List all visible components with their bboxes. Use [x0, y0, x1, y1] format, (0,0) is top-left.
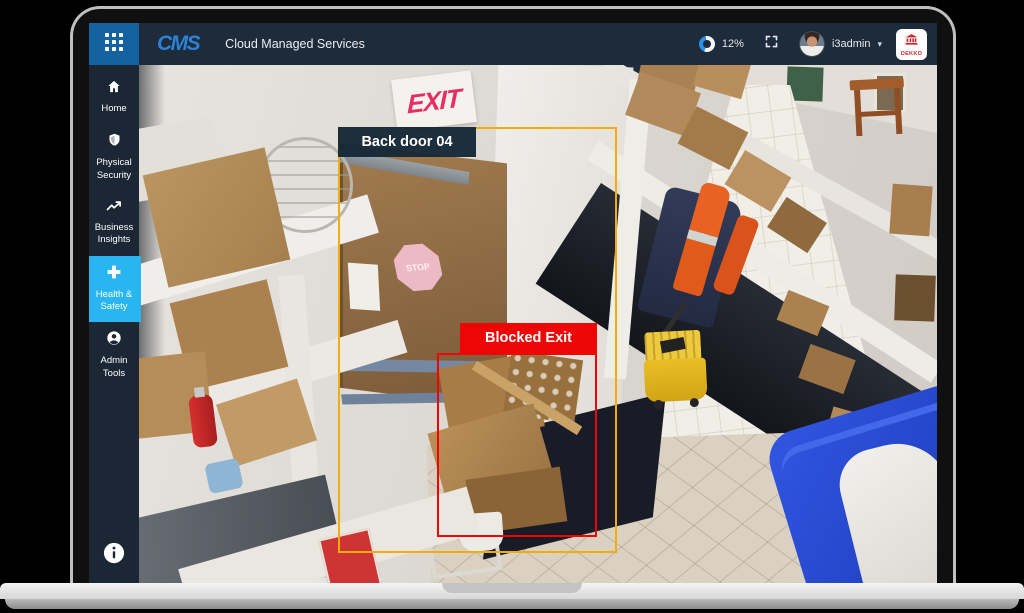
camera-feed: STOP EXIT — [139, 65, 937, 583]
fullscreen-icon — [764, 34, 779, 54]
sidebar-item-home[interactable]: Home — [89, 71, 141, 124]
sidebar-item-admin-tools[interactable]: Admin Tools — [89, 322, 141, 389]
user-menu[interactable]: i3admin ▾ — [799, 31, 882, 57]
app-header: CMS Cloud Managed Services 12% i3admin ▾ — [89, 23, 937, 65]
zone-label: Back door 04 — [338, 127, 476, 157]
app-launcher-button[interactable] — [89, 23, 139, 65]
sidebar-item-label: Health & Safety — [89, 289, 139, 314]
brand-logo: DEKKO — [896, 29, 927, 60]
bank-icon — [905, 32, 918, 50]
chevron-down-icon: ▾ — [877, 39, 882, 50]
grid-icon — [105, 33, 123, 56]
laptop-base-notch — [442, 583, 582, 593]
app-window: CMS Cloud Managed Services 12% i3admin ▾ — [89, 23, 937, 583]
cms-logo: CMS — [157, 32, 199, 56]
admin-user-icon — [106, 330, 122, 351]
exit-sign: EXIT — [391, 70, 477, 131]
scene-box — [894, 274, 936, 321]
home-icon — [106, 79, 122, 99]
info-button[interactable] — [103, 542, 125, 569]
laptop-base-edge — [5, 599, 1019, 609]
alert-bounding-box — [437, 353, 597, 537]
scene-wooden-table — [850, 78, 907, 139]
insights-icon — [106, 199, 123, 218]
laptop-screen-frame: CMS Cloud Managed Services 12% i3admin ▾ — [70, 6, 956, 583]
sidebar-item-business-insights[interactable]: Business Insights — [89, 191, 141, 256]
sidebar-nav: Home Physical Security Business Insights — [89, 65, 139, 583]
sync-status: 12% — [699, 36, 744, 52]
shield-icon — [107, 132, 122, 153]
brand-name: DEKKO — [901, 51, 922, 57]
alert-label: Blocked Exit — [460, 323, 597, 353]
sync-percent: 12% — [722, 38, 744, 50]
scene-box — [693, 65, 751, 99]
user-name: i3admin — [832, 38, 871, 50]
page-title: Cloud Managed Services — [225, 37, 365, 51]
scene-mop-bucket — [642, 323, 710, 412]
avatar — [799, 31, 825, 57]
sidebar-item-label: Admin Tools — [89, 355, 139, 380]
sidebar-item-label: Business Insights — [89, 222, 139, 247]
scene-box — [889, 184, 932, 237]
exit-sign-text: EXIT — [407, 82, 461, 120]
health-plus-icon — [106, 264, 122, 285]
progress-ring-icon — [699, 36, 715, 52]
sidebar-item-label: Physical Security — [89, 157, 139, 182]
sidebar-item-health-safety[interactable]: Health & Safety — [89, 256, 141, 323]
sidebar-item-physical-security[interactable]: Physical Security — [89, 124, 141, 191]
fullscreen-button[interactable] — [764, 34, 779, 54]
scene-blue-jug — [204, 458, 243, 494]
info-icon — [103, 542, 125, 569]
sidebar-item-label: Home — [101, 103, 126, 115]
